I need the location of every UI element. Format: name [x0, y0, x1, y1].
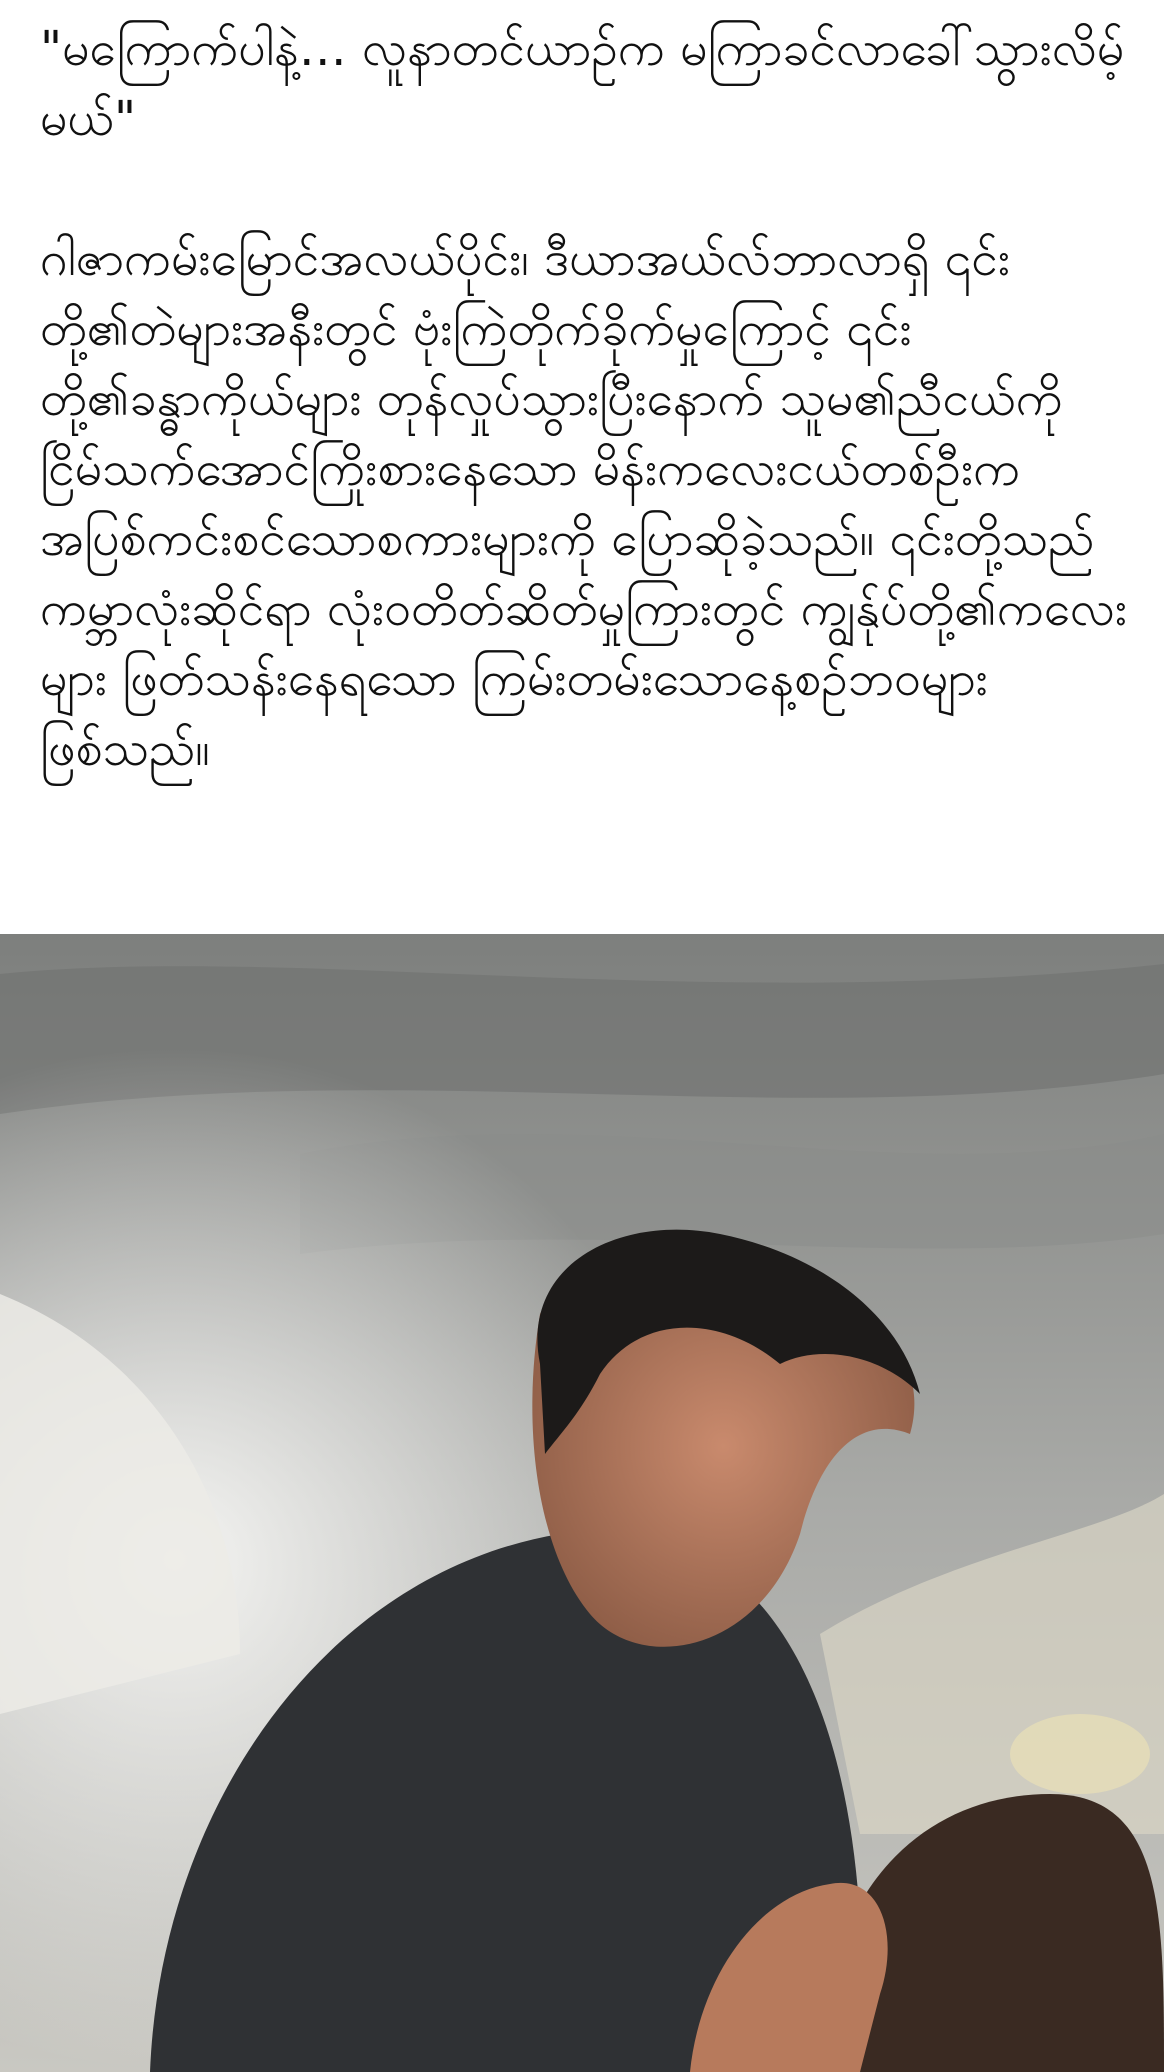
photo-image: [0, 934, 1164, 2072]
post-photo[interactable]: [0, 934, 1164, 2072]
post-caption: "မကြောက်ပါနဲ့… လူနာတင်ယာဉ်က မကြာခင်လာခေါ…: [40, 14, 1130, 784]
body-text: ဂါဇာကမ်းမြောင်အလယ်ပိုင်း၊ ဒီယာအယ်လ်ဘာလာရ…: [40, 231, 1128, 777]
quote-text: "မကြောက်ပါနဲ့… လူနာတင်ယာဉ်က မကြာခင်လာခေါ…: [40, 21, 1125, 147]
